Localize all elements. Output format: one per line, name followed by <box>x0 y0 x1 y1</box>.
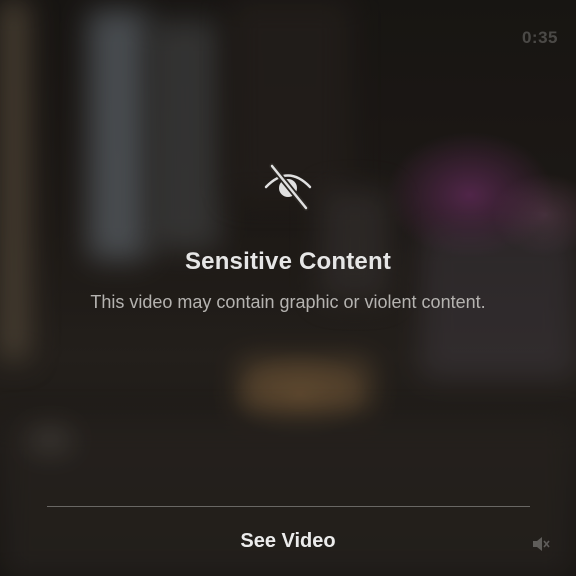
eye-slash-icon <box>264 163 312 211</box>
see-video-button[interactable]: See Video <box>188 522 388 560</box>
overlay-message: This video may contain graphic or violen… <box>90 292 486 312</box>
overlay-title: Sensitive Content <box>184 248 392 275</box>
blurred-video-background <box>0 0 576 576</box>
divider <box>47 506 530 507</box>
video-duration: 0:35 <box>521 28 558 47</box>
speaker-muted-icon[interactable] <box>530 534 550 554</box>
